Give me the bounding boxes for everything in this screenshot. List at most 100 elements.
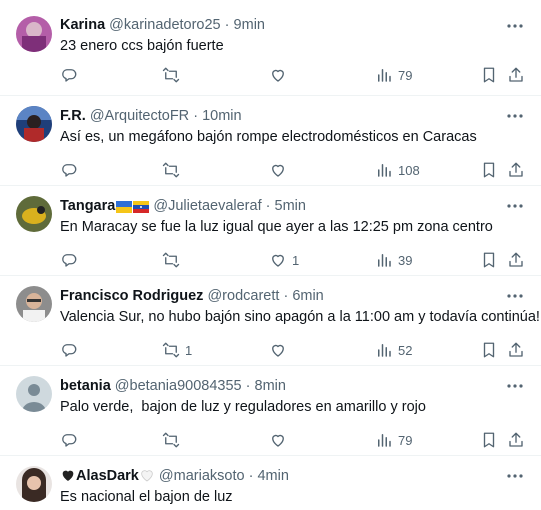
like-button[interactable] xyxy=(269,338,292,362)
views-button[interactable]: 108 xyxy=(375,158,420,182)
timestamp[interactable]: 6min xyxy=(292,288,323,304)
tweet-header: betania @betania90084355 · 8min xyxy=(60,377,286,395)
bookmark-icon xyxy=(480,66,498,84)
timeline: Karina @karinadetoro25 · 9min 23 enero c… xyxy=(0,0,541,510)
author-handle[interactable]: @ArquitectoFR xyxy=(90,108,189,124)
tweet[interactable]: AlasDark @mariaksoto · 4min Es nacional … xyxy=(0,456,541,510)
more-dots-icon[interactable] xyxy=(505,196,525,216)
share-button[interactable] xyxy=(507,248,525,272)
retweet-button[interactable]: 1 xyxy=(162,338,192,362)
view-count: 79 xyxy=(398,67,413,83)
author-handle[interactable]: @mariaksoto xyxy=(159,468,245,484)
heart-icon xyxy=(269,251,287,269)
tweet-actions: 1 39 xyxy=(60,248,525,272)
author-handle[interactable]: @karinadetoro25 xyxy=(109,17,220,33)
views-chart-icon xyxy=(375,66,393,84)
share-button[interactable] xyxy=(507,428,525,452)
retweet-button[interactable] xyxy=(162,158,185,182)
more-dots-icon[interactable] xyxy=(505,16,525,36)
separator: · xyxy=(265,198,271,214)
timestamp[interactable]: 4min xyxy=(257,468,288,484)
like-count: 1 xyxy=(292,252,300,268)
share-icon xyxy=(507,431,525,449)
retweet-icon xyxy=(162,431,180,449)
reply-button[interactable] xyxy=(60,248,83,272)
views-button[interactable]: 39 xyxy=(375,248,412,272)
timestamp[interactable]: 8min xyxy=(255,378,286,394)
tweet[interactable]: F.R. @ArquitectoFR · 10min Así es, un me… xyxy=(0,96,541,186)
separator: · xyxy=(283,288,289,304)
tweet-header: F.R. @ArquitectoFR · 10min xyxy=(60,107,242,125)
like-button[interactable] xyxy=(269,158,292,182)
retweet-count: 1 xyxy=(185,342,193,358)
like-button[interactable]: 1 xyxy=(269,248,299,272)
separator: · xyxy=(248,468,254,484)
reply-icon xyxy=(60,341,78,359)
reply-icon xyxy=(60,66,78,84)
avatar[interactable] xyxy=(16,196,52,232)
bookmark-button[interactable] xyxy=(480,338,498,362)
bookmark-button[interactable] xyxy=(480,158,498,182)
tweet-header: Tangara @Julietaevaleraf · 5min xyxy=(60,197,306,218)
reply-button[interactable] xyxy=(60,158,83,182)
more-dots-icon[interactable] xyxy=(505,106,525,126)
tweet[interactable]: Francisco Rodriguez @rodcarett · 6min Va… xyxy=(0,276,541,366)
heart-icon xyxy=(269,431,287,449)
share-button[interactable] xyxy=(507,158,525,182)
reply-button[interactable] xyxy=(60,338,83,362)
like-button[interactable] xyxy=(269,63,292,87)
tweet[interactable]: betania @betania90084355 · 8min Palo ver… xyxy=(0,366,541,456)
reply-button[interactable] xyxy=(60,63,83,87)
retweet-icon xyxy=(162,161,180,179)
share-button[interactable] xyxy=(507,338,525,362)
more-dots-icon[interactable] xyxy=(505,286,525,306)
author-name[interactable]: Karina xyxy=(60,17,105,33)
retweet-icon xyxy=(162,251,180,269)
views-button[interactable]: 79 xyxy=(375,428,412,452)
separator: · xyxy=(245,378,251,394)
black-heart-icon xyxy=(60,467,76,483)
views-button[interactable]: 52 xyxy=(375,338,412,362)
white-heart-icon xyxy=(139,467,155,483)
avatar[interactable] xyxy=(16,286,52,322)
avatar[interactable] xyxy=(16,16,52,52)
retweet-button[interactable] xyxy=(162,428,185,452)
tweet-header: Karina @karinadetoro25 · 9min xyxy=(60,16,265,34)
view-count: 39 xyxy=(398,252,413,268)
timestamp[interactable]: 10min xyxy=(202,108,242,124)
avatar[interactable] xyxy=(16,106,52,142)
author-name[interactable]: AlasDark xyxy=(76,468,139,484)
avatar[interactable] xyxy=(16,466,52,502)
retweet-button[interactable] xyxy=(162,248,185,272)
author-name[interactable]: F.R. xyxy=(60,108,86,124)
tweet-header: AlasDark @mariaksoto · 4min xyxy=(60,467,289,485)
ukraine-flag xyxy=(116,200,133,218)
reply-icon xyxy=(60,251,78,269)
separator: · xyxy=(193,108,199,124)
author-handle[interactable]: @rodcarett xyxy=(207,288,279,304)
share-icon xyxy=(507,161,525,179)
more-dots-icon[interactable] xyxy=(505,376,525,396)
author-handle[interactable]: @betania90084355 xyxy=(115,378,242,394)
bookmark-button[interactable] xyxy=(480,248,498,272)
author-handle[interactable]: @Julietaevaleraf xyxy=(153,198,261,214)
tweet[interactable]: Karina @karinadetoro25 · 9min 23 enero c… xyxy=(0,0,541,96)
more-dots-icon[interactable] xyxy=(505,466,525,486)
view-count: 79 xyxy=(398,432,413,448)
bookmark-button[interactable] xyxy=(480,428,498,452)
tweet-text: 23 enero ccs bajón fuerte xyxy=(60,38,224,54)
like-button[interactable] xyxy=(269,428,292,452)
reply-button[interactable] xyxy=(60,428,83,452)
bookmark-button[interactable] xyxy=(480,63,498,87)
views-button[interactable]: 79 xyxy=(375,63,412,87)
share-button[interactable] xyxy=(507,63,525,87)
timestamp[interactable]: 9min xyxy=(234,17,265,33)
retweet-button[interactable] xyxy=(162,63,185,87)
author-name[interactable]: betania xyxy=(60,378,111,394)
timestamp[interactable]: 5min xyxy=(275,198,306,214)
author-name[interactable]: Tangara xyxy=(60,198,115,214)
avatar[interactable] xyxy=(16,376,52,412)
tweet-text: Es nacional el bajon de luz xyxy=(60,489,233,505)
author-name[interactable]: Francisco Rodriguez xyxy=(60,288,203,304)
tweet[interactable]: Tangara @Julietaevaleraf · 5min En Marac… xyxy=(0,186,541,276)
